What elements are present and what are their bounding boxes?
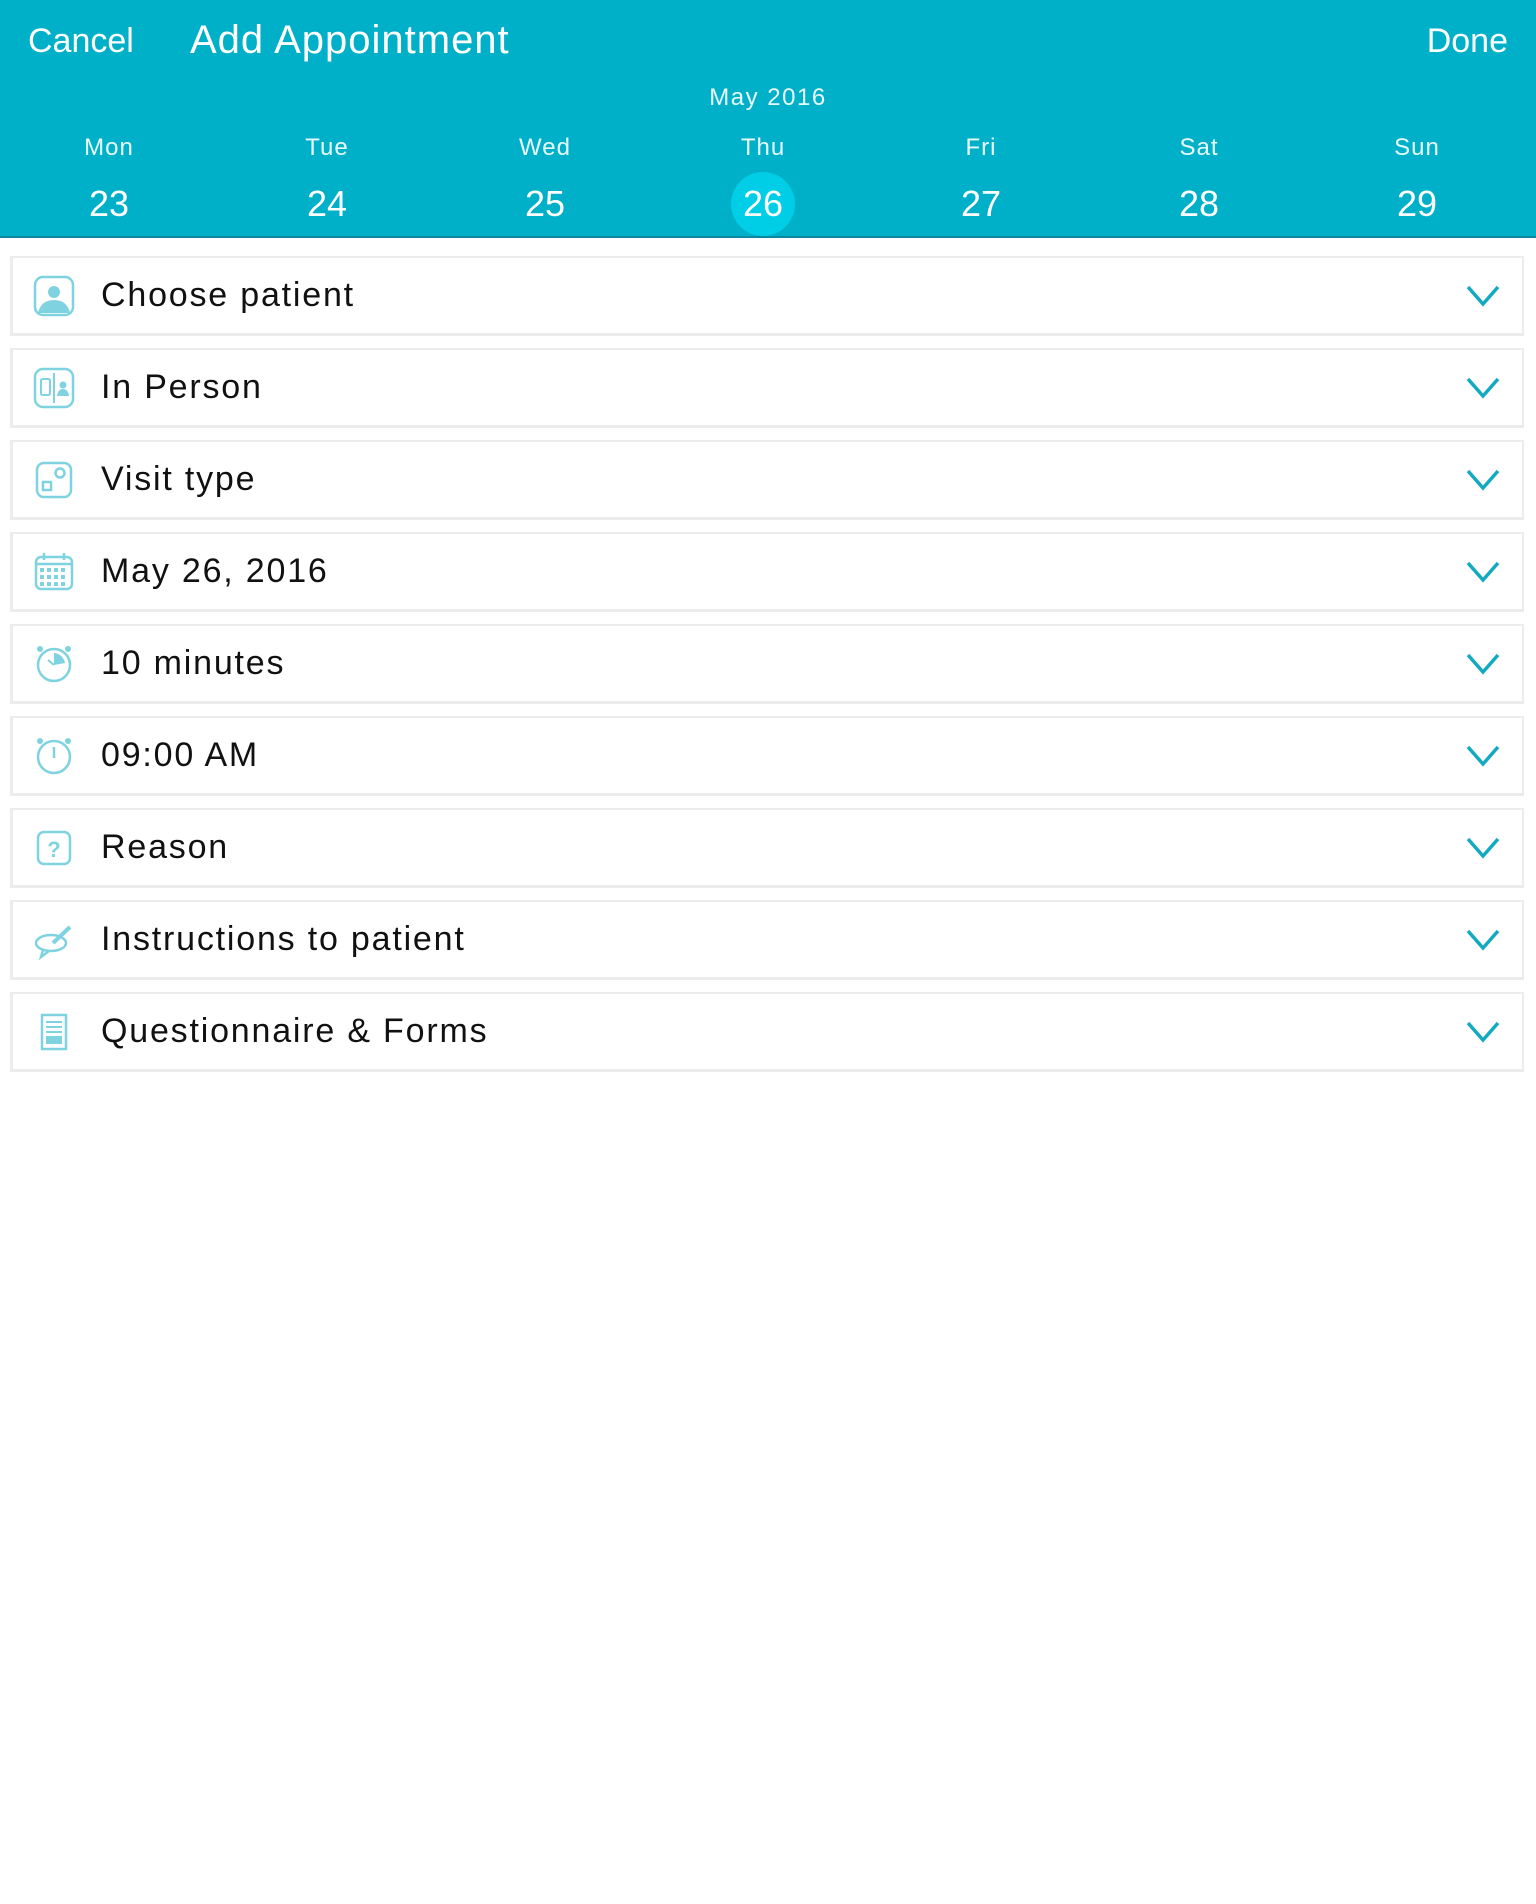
day-wed[interactable]: Wed 25 <box>436 132 654 232</box>
day-name: Sat <box>1179 134 1219 161</box>
day-name: Tue <box>305 134 349 161</box>
date-row[interactable]: May 26, 2016 <box>10 532 1524 612</box>
chevron-down-icon <box>1466 1021 1500 1043</box>
chevron-down-icon <box>1466 837 1500 859</box>
row-label: Reason <box>101 828 229 866</box>
day-sat[interactable]: Sat 28 <box>1090 132 1308 232</box>
patient-icon <box>33 275 75 316</box>
day-number: 24 <box>306 183 348 224</box>
row-label: May 26, 2016 <box>101 552 329 590</box>
appointment-form: Choose patient In Person Visit type May … <box>10 256 1524 1084</box>
chevron-down-icon <box>1466 285 1500 307</box>
svg-text:?: ? <box>47 837 60 862</box>
chevron-down-icon <box>1466 469 1500 491</box>
visit-type-icon <box>35 461 73 498</box>
choose-patient-row[interactable]: Choose patient <box>10 256 1524 336</box>
row-label: Visit type <box>101 460 257 498</box>
row-label: 10 minutes <box>101 644 286 682</box>
day-name: Mon <box>84 134 134 161</box>
row-label: Questionnaire & Forms <box>101 1012 489 1050</box>
row-label: 09:00 AM <box>101 736 260 774</box>
day-number: 23 <box>88 183 130 224</box>
row-label: Instructions to patient <box>101 920 466 958</box>
duration-icon <box>36 645 72 682</box>
done-button[interactable]: Done <box>1427 22 1508 61</box>
instructions-row[interactable]: Instructions to patient <box>10 900 1524 980</box>
in-person-row[interactable]: In Person <box>10 348 1524 428</box>
day-name: Thu <box>740 134 786 161</box>
duration-row[interactable]: 10 minutes <box>10 624 1524 704</box>
in-person-icon <box>33 367 75 408</box>
day-name: Sun <box>1394 134 1440 161</box>
month-label: May 2016 <box>709 84 827 111</box>
visit-type-row[interactable]: Visit type <box>10 440 1524 520</box>
app-header: Cancel Add Appointment Done May 2016 Mon… <box>0 0 1536 238</box>
day-tue[interactable]: Tue 24 <box>218 132 436 232</box>
row-label: Choose patient <box>101 276 355 314</box>
cancel-button[interactable]: Cancel <box>28 22 134 61</box>
day-number: 25 <box>524 183 566 224</box>
day-number: 27 <box>960 183 1002 224</box>
calendar-icon <box>34 552 74 590</box>
question-icon: ? <box>36 830 72 865</box>
day-number: 28 <box>1178 183 1220 224</box>
day-name: Fri <box>965 134 997 161</box>
day-mon[interactable]: Mon 23 <box>0 132 218 232</box>
chevron-down-icon <box>1466 561 1500 583</box>
time-row[interactable]: 09:00 AM <box>10 716 1524 796</box>
day-fri[interactable]: Fri 27 <box>872 132 1090 232</box>
form-icon <box>40 1013 68 1050</box>
chevron-down-icon <box>1466 653 1500 675</box>
row-label: In Person <box>101 368 263 406</box>
questionnaire-row[interactable]: Questionnaire & Forms <box>10 992 1524 1072</box>
chevron-down-icon <box>1466 377 1500 399</box>
clock-icon <box>36 737 72 774</box>
instructions-icon <box>34 925 72 960</box>
week-strip: Mon 23 Tue 24 Wed 25 Thu 26 Fri 27 Sat 2… <box>0 132 1536 236</box>
day-name: Wed <box>519 134 571 161</box>
chevron-down-icon <box>1466 929 1500 951</box>
day-number: 26 <box>731 172 795 236</box>
page-title: Add Appointment <box>190 18 510 62</box>
day-thu-selected[interactable]: Thu 26 <box>654 132 872 236</box>
day-sun[interactable]: Sun 29 <box>1308 132 1526 232</box>
day-number: 29 <box>1396 183 1438 224</box>
reason-row[interactable]: ? Reason <box>10 808 1524 888</box>
chevron-down-icon <box>1466 745 1500 767</box>
